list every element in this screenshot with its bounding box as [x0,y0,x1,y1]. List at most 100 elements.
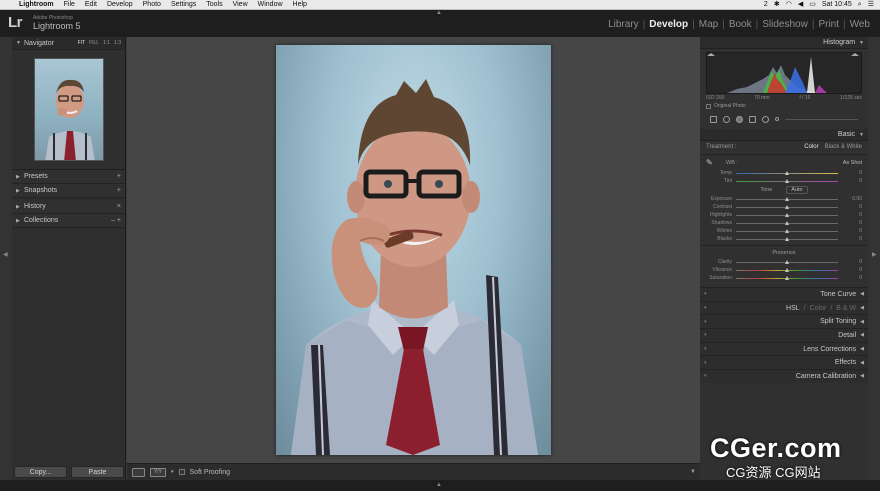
zoom-fit[interactable]: FIT [78,40,86,46]
tone-slider-value[interactable]: 0 [848,212,862,218]
panel-switch-icon[interactable]: ▾ [704,360,707,366]
snapshots-add-button[interactable]: + [117,187,121,194]
tone-slider-track[interactable] [736,204,838,209]
copy-settings-button[interactable]: Copy... [14,466,67,478]
main-photo[interactable] [276,45,551,455]
auto-tone-button[interactable]: Auto [786,186,808,194]
wb-slider-value[interactable]: 0 [848,178,862,184]
menu-tools[interactable]: Tools [201,0,227,10]
presence-slider-knob[interactable] [785,267,789,272]
collections-actions[interactable]: – + [111,217,121,224]
loupe-view[interactable] [127,37,700,463]
presence-slider-knob[interactable] [785,275,789,280]
tone-slider-track[interactable] [736,228,838,233]
zoom-fill[interactable]: FILL [89,40,99,46]
tone-slider-knob[interactable] [785,220,789,225]
adjustment-brush-icon[interactable] [775,117,779,121]
left-panel-edge[interactable]: ◀ [0,37,12,480]
original-photo-toggle[interactable]: Original Photo [706,103,862,109]
zoom-1-1[interactable]: 1:1 [103,40,110,46]
filmstrip-toggle-icon[interactable]: ▲ [436,482,442,488]
menu-settings[interactable]: Settings [166,0,201,10]
wb-slider-track[interactable] [736,178,838,183]
graduated-filter-icon[interactable] [749,115,756,123]
tone-slider-value[interactable]: 0.00 [848,196,862,202]
histogram[interactable] [706,52,862,94]
navigator-preview[interactable] [12,50,125,170]
tone-slider-value[interactable]: 0 [848,236,862,242]
panel-hsl[interactable]: ▾ HSL / Color / B & W ◀ [700,300,868,315]
crop-tool-icon[interactable] [710,115,717,123]
panel-switch-icon[interactable]: ▾ [704,373,707,379]
history-section[interactable]: ▶ History × [12,200,125,214]
menu-window[interactable]: Window [253,0,288,10]
tone-slider-value[interactable]: 0 [848,228,862,234]
module-print[interactable]: Print [814,19,843,30]
tone-slider-track[interactable] [736,220,838,225]
right-panel-edge[interactable]: ▶ [868,37,880,480]
wifi-icon[interactable]: ◠ [786,0,792,10]
panel-switch-icon[interactable]: ▾ [704,346,707,352]
panel-effects[interactable]: ▾ Effects ◀ [700,355,868,370]
original-photo-checkbox[interactable] [706,103,711,109]
notification-center-icon[interactable]: ☰ [868,0,874,10]
module-book[interactable]: Book [725,19,756,30]
wb-slider-track[interactable] [736,170,838,175]
tone-slider-value[interactable]: 0 [848,220,862,226]
panel-split-toning[interactable]: ▾ Split Toning ◀ [700,314,868,329]
presets-section[interactable]: ▶ Presets + [12,170,125,184]
paste-settings-button[interactable]: Paste [71,466,124,478]
wb-dropdown[interactable]: As Shot [843,160,862,166]
basic-panel-header[interactable]: Basic ▼ [700,129,868,141]
panel-switch-icon[interactable]: ▾ [704,332,707,338]
menu-view[interactable]: View [228,0,253,10]
left-panel-toggle-icon[interactable]: ◀ [3,251,8,258]
panel-switch-icon[interactable]: ▾ [704,291,707,297]
volume-icon[interactable]: ◀ [798,0,803,10]
panel-tone-curve[interactable]: ▾ Tone Curve ◀ [700,287,868,301]
navigator-thumbnail[interactable] [33,58,104,161]
module-develop[interactable]: Develop [645,19,692,30]
spotlight-icon[interactable]: ⌕ [858,0,862,10]
battery-icon[interactable]: ▭ [809,0,816,10]
wb-slider-knob[interactable] [785,170,789,175]
before-after-button[interactable]: Y|Y [150,467,166,477]
radial-filter-icon[interactable] [762,115,769,123]
presence-slider-track[interactable] [736,275,838,280]
white-balance-selector-icon[interactable]: ✎ [706,158,718,168]
tone-slider-track[interactable] [736,236,838,241]
tone-slider-knob[interactable] [785,212,789,217]
snapshots-section[interactable]: ▶ Snapshots + [12,184,125,198]
zoom-1-3[interactable]: 1:3 [114,40,121,46]
panel-lens-corrections[interactable]: ▾ Lens Corrections ◀ [700,341,868,356]
presets-add-button[interactable]: + [117,173,121,180]
menu-app[interactable]: Lightroom [14,0,59,10]
tone-slider-knob[interactable] [785,228,789,233]
menu-help[interactable]: Help [288,0,312,10]
presence-slider-value[interactable]: 0 [848,267,862,273]
collections-section[interactable]: ▶ Collections – + [12,214,125,228]
menu-file[interactable]: File [59,0,80,10]
panel-switch-icon[interactable]: ▾ [704,305,707,311]
spot-removal-tool-icon[interactable] [723,115,730,123]
presence-slider-track[interactable] [736,267,838,272]
panel-camera-calibration[interactable]: ▾ Camera Calibration ◀ [700,369,868,383]
tone-slider-track[interactable] [736,196,838,201]
clock[interactable]: Sat 10:45 [822,0,852,10]
tone-slider-track[interactable] [736,212,838,217]
loupe-view-icon[interactable] [132,467,145,477]
tone-slider-knob[interactable] [785,196,789,201]
presence-slider-track[interactable] [736,259,838,264]
navigator-header[interactable]: ▼ Navigator FIT FILL 1:1 1:3 [12,37,125,50]
menu-photo[interactable]: Photo [138,0,166,10]
module-map[interactable]: Map [695,19,722,30]
treatment-color[interactable]: Color [804,144,818,150]
presence-slider-value[interactable]: 0 [848,259,862,265]
hsl-mode-0[interactable]: Color [810,305,827,312]
right-panel-toggle-icon[interactable]: ▶ [872,251,877,258]
toolbar-options-dropdown-icon[interactable]: ▼ [690,469,696,475]
module-web[interactable]: Web [846,19,874,30]
bluetooth-icon[interactable]: ✱ [774,0,780,10]
tone-slider-value[interactable]: 0 [848,204,862,210]
wb-slider-knob[interactable] [785,178,789,183]
